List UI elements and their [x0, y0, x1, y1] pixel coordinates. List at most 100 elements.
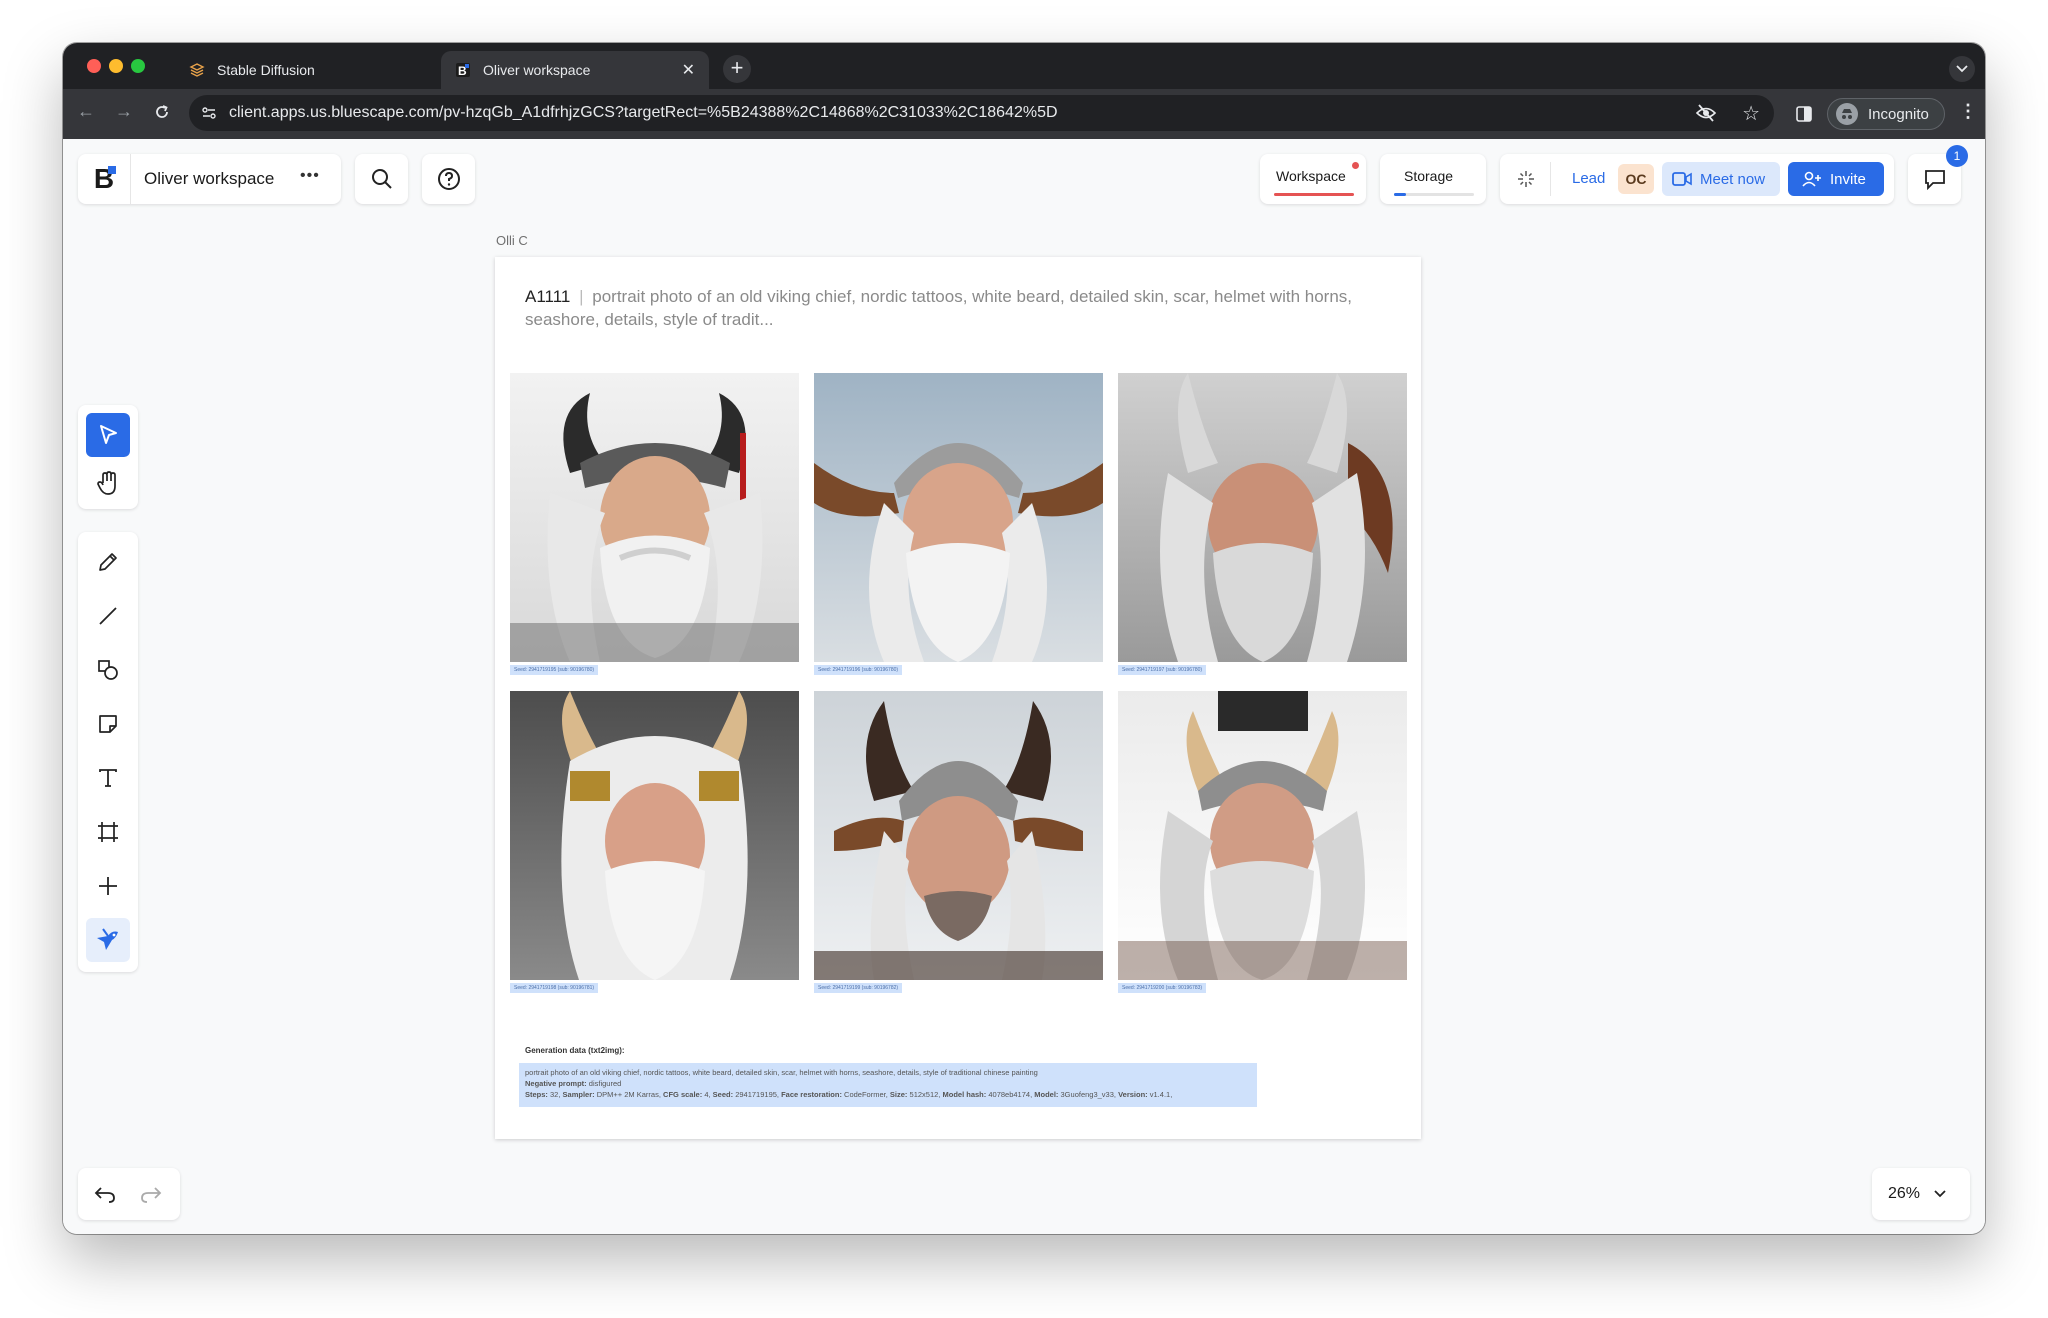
generated-image-2[interactable]: [814, 373, 1103, 662]
line-tool[interactable]: [86, 594, 130, 638]
help-button[interactable]: [422, 154, 475, 204]
zoom-level: 26%: [1888, 1185, 1921, 1202]
param-key: Sampler:: [562, 1090, 595, 1099]
workspace-more-button[interactable]: •••: [300, 167, 320, 185]
text-tool[interactable]: [86, 756, 130, 800]
line-icon: [99, 607, 117, 625]
meet-now-button[interactable]: Meet now: [1662, 162, 1780, 196]
param-value: 512x512,: [909, 1090, 941, 1099]
pan-tool[interactable]: [86, 461, 130, 505]
redo-button[interactable]: [132, 1176, 170, 1212]
select-arrow-icon: [100, 425, 117, 444]
bookmark-star-icon[interactable]: ☆: [1742, 101, 1760, 126]
navigation-tools: [78, 405, 138, 509]
generated-image-3[interactable]: [1118, 373, 1407, 662]
frame-tool[interactable]: [86, 810, 130, 854]
close-tab-icon[interactable]: ✕: [682, 60, 695, 80]
param-value: 3Guofeng3_v33,: [1060, 1090, 1116, 1099]
ai-bird-icon: [97, 928, 118, 950]
select-tool[interactable]: [86, 413, 130, 457]
side-panel-icon[interactable]: [1795, 105, 1813, 123]
tab-search-button[interactable]: [1949, 56, 1975, 82]
undo-icon: [94, 1187, 115, 1203]
search-button[interactable]: [355, 154, 408, 204]
address-bar[interactable]: client.apps.us.bluescape.com/pv-hzqGb_A1…: [189, 95, 1774, 131]
card-author: Olli C: [496, 233, 528, 248]
eye-off-icon[interactable]: [1696, 104, 1716, 122]
generated-image-1[interactable]: [510, 373, 799, 662]
generated-image-4[interactable]: [510, 691, 799, 980]
video-icon: [1672, 172, 1692, 186]
pen-tool[interactable]: [86, 540, 130, 584]
param-key: Seed:: [712, 1090, 734, 1099]
sparkle-icon: [1518, 171, 1534, 187]
bluescape-favicon-icon: B: [456, 63, 470, 78]
negative-value: disfigured: [588, 1079, 622, 1088]
add-tool[interactable]: [86, 864, 130, 908]
param-value: CodeFormer,: [844, 1090, 888, 1099]
param-key: Face restoration:: [781, 1090, 842, 1099]
zoom-window-button[interactable]: [131, 59, 145, 73]
param-key: Model:: [1034, 1090, 1059, 1099]
browser-toolbar: ← → client.apps.us.bluescape.com/pv-hzqG…: [63, 89, 1985, 139]
close-window-button[interactable]: [87, 59, 101, 73]
collaboration-bar: Lead OC Meet now Invite: [1500, 154, 1894, 204]
search-icon: [371, 169, 392, 189]
param-key: Steps:: [525, 1090, 548, 1099]
invite-button[interactable]: Invite: [1788, 162, 1884, 196]
param-key: Version:: [1118, 1090, 1148, 1099]
browser-menu-icon[interactable]: ⋮: [1959, 101, 1977, 122]
workspace-name[interactable]: Oliver workspace: [144, 169, 274, 189]
back-button[interactable]: ←: [77, 101, 95, 122]
zoom-control[interactable]: 26%: [1872, 1168, 1970, 1220]
generation-card[interactable]: A1111 | portrait photo of an old viking …: [495, 257, 1421, 1139]
storage-usage-track: [1394, 193, 1474, 196]
param-value: 4078eb4174,: [988, 1090, 1033, 1099]
avatar[interactable]: OC: [1618, 164, 1654, 194]
workspace-tab-label: Workspace: [1276, 168, 1346, 184]
param-value: 4,: [704, 1090, 711, 1099]
tab-bar: Stable Diffusion ✕ B Oliver workspace ✕ …: [63, 43, 1985, 89]
undo-button[interactable]: [86, 1176, 124, 1212]
history-controls: [78, 1168, 180, 1220]
divider: [1550, 162, 1551, 196]
new-tab-button[interactable]: +: [723, 55, 751, 83]
generation-prompt: portrait photo of an old viking chief, n…: [525, 1068, 1038, 1077]
hand-icon: [97, 471, 116, 495]
pen-icon: [99, 553, 117, 571]
tab-storage[interactable]: Storage: [1380, 154, 1486, 204]
forward-button[interactable]: →: [115, 101, 133, 122]
chat-button[interactable]: 1: [1908, 145, 1968, 204]
plus-icon: [99, 877, 117, 895]
incognito-indicator[interactable]: Incognito: [1827, 98, 1945, 130]
add-person-icon: [1802, 171, 1821, 187]
workspace-usage-bar: [1274, 193, 1354, 196]
card-prompt: portrait photo of an old viking chief, n…: [525, 287, 1353, 329]
sticky-note-icon: [99, 715, 117, 733]
seed-label: Seed: 2941719198 (sub: 90196781): [510, 983, 599, 993]
shape-tool[interactable]: [86, 648, 130, 692]
incognito-label: Incognito: [1868, 105, 1929, 123]
seed-label: Seed: 2941719199 (sub: 90196782): [814, 983, 903, 993]
negative-label: Negative prompt:: [525, 1079, 587, 1088]
bluescape-logo[interactable]: B: [78, 154, 131, 204]
meet-now-label: Meet now: [1700, 170, 1766, 188]
tab-oliver-workspace[interactable]: B Oliver workspace ✕: [441, 51, 709, 89]
tab-workspace[interactable]: Workspace: [1260, 154, 1366, 204]
generated-image-5[interactable]: [814, 691, 1103, 980]
site-info-icon[interactable]: [201, 105, 217, 121]
param-value: 32,: [550, 1090, 561, 1099]
minimize-window-button[interactable]: [109, 59, 123, 73]
lead-button[interactable]: Lead: [1572, 170, 1605, 187]
presence-button[interactable]: [1510, 164, 1542, 194]
reload-icon[interactable]: [153, 103, 171, 121]
chat-badge: 1: [1946, 145, 1968, 167]
frame-icon: [98, 822, 118, 842]
help-icon: [437, 168, 460, 190]
redo-icon: [141, 1187, 162, 1203]
generated-image-6[interactable]: [1118, 691, 1407, 980]
ai-assistant-tool[interactable]: [86, 918, 130, 962]
text-icon: [99, 769, 117, 787]
bluescape-app: B Oliver workspace ••• Workspace Storage: [63, 139, 1985, 1234]
sticky-note-tool[interactable]: [86, 702, 130, 746]
